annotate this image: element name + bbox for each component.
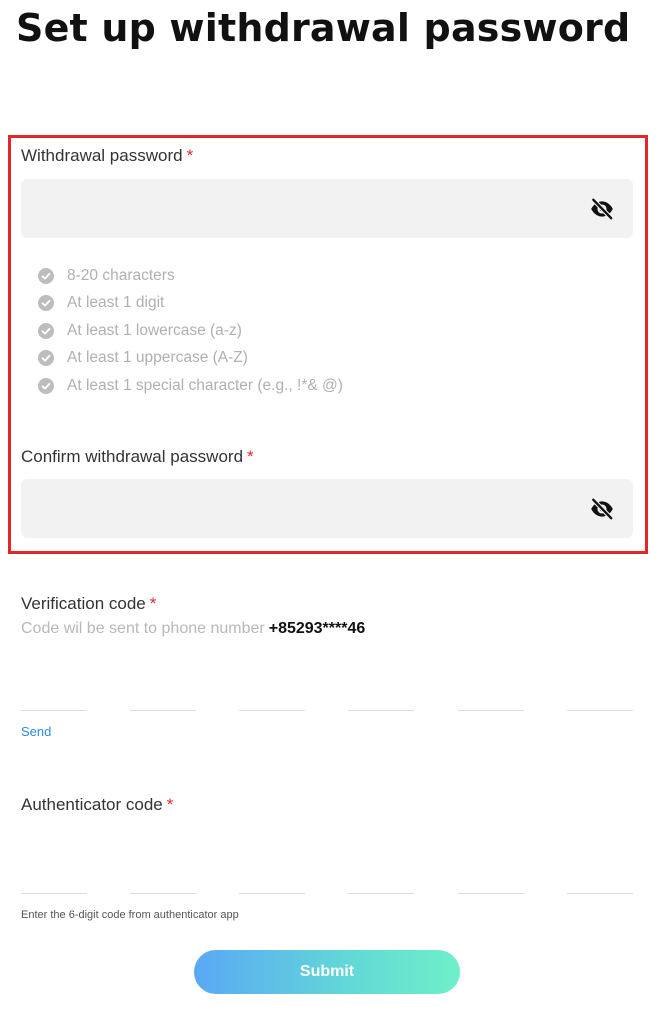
code-digit-box[interactable] <box>130 893 196 894</box>
setup-withdrawal-password-page: Set up withdrawal password Withdrawal pa… <box>0 0 664 1024</box>
password-rule-text: At least 1 special character (e.g., !*& … <box>67 376 343 394</box>
password-rule-text: 8-20 characters <box>67 266 175 284</box>
password-rule-text: At least 1 digit <box>67 294 165 312</box>
code-digit-box[interactable] <box>239 893 305 894</box>
password-rule-text: At least 1 lowercase (a-z) <box>67 321 242 339</box>
verification-code-input[interactable] <box>21 710 633 712</box>
password-rule: At least 1 lowercase (a-z) <box>38 317 343 345</box>
required-mark: * <box>149 594 157 613</box>
password-rule-text: At least 1 uppercase (A-Z) <box>67 349 248 367</box>
password-rules-list: 8-20 characters At least 1 digit At leas… <box>38 262 343 400</box>
check-circle-icon <box>38 377 54 394</box>
code-digit-box[interactable] <box>567 710 633 711</box>
required-mark: * <box>166 795 174 814</box>
confirm-password-label: Confirm withdrawal password * <box>21 447 254 467</box>
authenticator-help-text: Enter the 6-digit code from authenticato… <box>21 909 239 921</box>
code-digit-box[interactable] <box>458 893 524 894</box>
code-digit-box[interactable] <box>130 710 196 711</box>
check-circle-icon <box>38 295 54 312</box>
code-digit-box[interactable] <box>458 710 524 711</box>
required-mark: * <box>247 447 254 466</box>
code-digit-box[interactable] <box>239 710 305 711</box>
code-digit-box[interactable] <box>21 710 87 711</box>
required-mark: * <box>186 146 194 165</box>
code-digit-box[interactable] <box>21 893 87 894</box>
page-title: Set up withdrawal password <box>16 6 631 50</box>
eye-off-icon[interactable] <box>589 196 615 222</box>
authenticator-code-input[interactable] <box>21 893 633 895</box>
submit-button[interactable]: Submit <box>194 950 460 994</box>
code-digit-box[interactable] <box>348 893 414 894</box>
withdrawal-password-label-text: Withdrawal password <box>21 146 183 165</box>
withdrawal-password-input[interactable] <box>21 179 633 238</box>
code-digit-box[interactable] <box>348 710 414 711</box>
send-code-link[interactable]: Send <box>21 724 51 739</box>
verification-hint-text: Code wil be sent to phone number <box>21 620 265 637</box>
password-rule: At least 1 special character (e.g., !*& … <box>38 372 343 400</box>
check-circle-icon <box>38 322 54 339</box>
authenticator-code-label-text: Authenticator code <box>21 795 163 814</box>
password-rule: 8-20 characters <box>38 262 343 290</box>
code-digit-box[interactable] <box>567 893 633 894</box>
verification-code-label-text: Verification code <box>21 594 146 613</box>
confirm-password-input[interactable] <box>21 479 633 538</box>
check-circle-icon <box>38 267 54 284</box>
verification-hint: Code wil be sent to phone number +85293**… <box>21 620 365 638</box>
password-rule: At least 1 digit <box>38 290 343 318</box>
verification-code-label: Verification code * <box>21 594 156 614</box>
confirm-password-label-text: Confirm withdrawal password <box>21 447 244 466</box>
password-rule: At least 1 uppercase (A-Z) <box>38 345 343 373</box>
withdrawal-password-label: Withdrawal password * <box>21 146 193 166</box>
check-circle-icon <box>38 350 54 367</box>
authenticator-code-label: Authenticator code * <box>21 795 173 815</box>
eye-off-icon[interactable] <box>589 496 615 522</box>
masked-phone-number: +85293****46 <box>268 620 366 637</box>
